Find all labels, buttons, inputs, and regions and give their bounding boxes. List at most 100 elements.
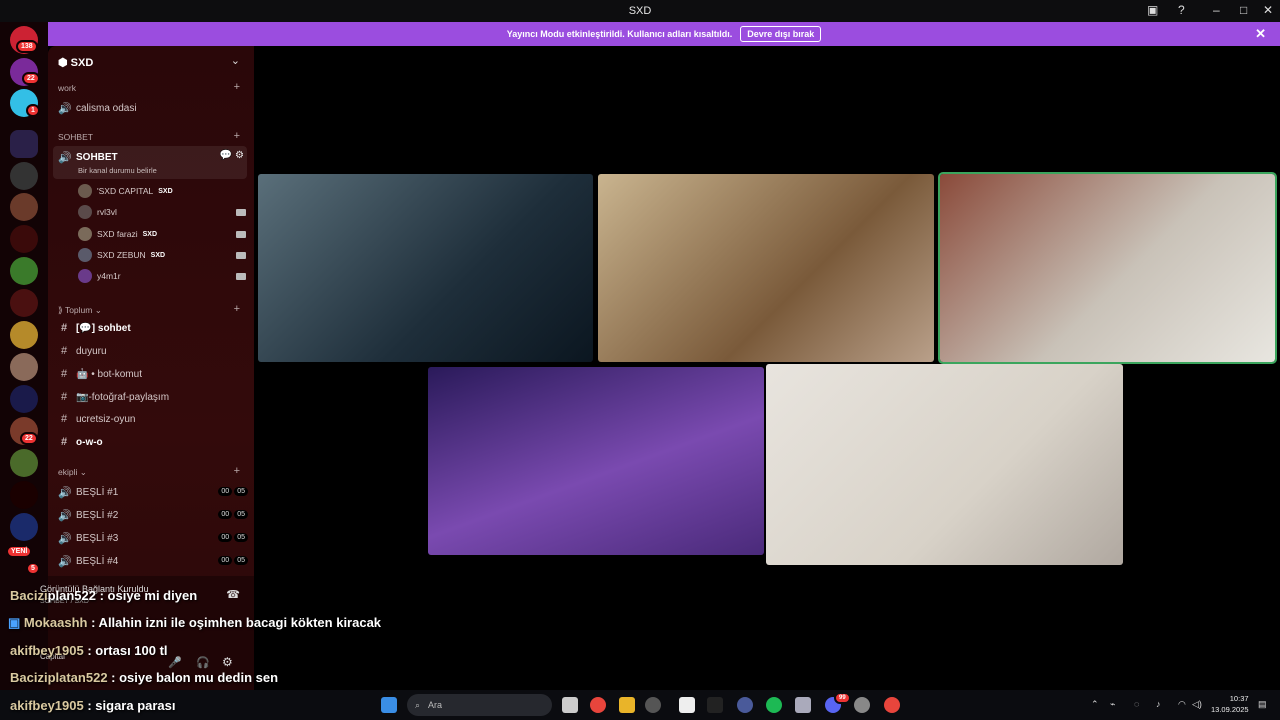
microphone-icon[interactable]: 🎤 (168, 656, 182, 669)
channel-status[interactable]: Bir kanal durumu belirle (78, 166, 157, 175)
server-icon[interactable] (10, 481, 38, 509)
notification-icon[interactable]: ▤ (1258, 699, 1267, 710)
user-limit: 00 05 (218, 510, 248, 519)
voice-channel-besli[interactable]: 🔊 BEŞLİ #3 (58, 532, 118, 545)
minimize-button[interactable]: – (1213, 3, 1220, 17)
chrome-icon[interactable] (590, 697, 606, 713)
text-channel[interactable]: # duyuru (58, 345, 107, 357)
text-channel[interactable]: # 🤖 • bot-komut (58, 368, 142, 380)
video-tile[interactable] (428, 367, 764, 555)
video-tile[interactable] (258, 174, 593, 362)
server-icon[interactable] (10, 385, 38, 413)
video-tile[interactable] (598, 174, 934, 362)
hash-icon: # (60, 391, 68, 403)
chat-overlay-line: akifbey1905 : sigara parası (10, 698, 176, 713)
video-tile[interactable] (766, 364, 1123, 565)
app-icon[interactable] (795, 697, 811, 713)
help-icon[interactable]: ? (1178, 3, 1185, 17)
voice-user[interactable]: rvl3vl (78, 205, 117, 219)
app-icon[interactable] (737, 697, 753, 713)
wifi-icon[interactable]: ◠ (1178, 699, 1186, 710)
app-icon[interactable] (854, 697, 870, 713)
maximize-button[interactable]: □ (1240, 3, 1247, 17)
add-channel-icon[interactable]: + (234, 81, 240, 93)
hash-icon: # (60, 345, 68, 357)
banner-text: Yayıncı Modu etkinleştirildi. Kullanıcı … (506, 29, 733, 39)
category-work[interactable]: work (58, 83, 76, 93)
chat-overlay-line: Baciziplatan522 : osiye balon mu dedin s… (10, 670, 279, 685)
channel-actions[interactable]: 💬 ⚙ (220, 150, 244, 161)
category-toplum[interactable]: ⟫ Toplum ⌄ (58, 305, 102, 316)
title-bar: SXD ▣ ? – □ ✕ (0, 0, 1280, 22)
chevron-down-icon[interactable]: ⌄ (231, 54, 240, 67)
app-icon[interactable] (679, 697, 695, 713)
chat-overlay-line: akifbey1905 : ortası 100 tl (10, 643, 168, 658)
tray-chevron-icon[interactable]: ⌃ (1091, 699, 1099, 710)
server-icon[interactable] (10, 162, 38, 190)
text-channel[interactable]: # o-w-o (58, 436, 103, 448)
disconnect-icon[interactable]: ☎ (226, 588, 240, 601)
close-window-button[interactable]: ✕ (1263, 3, 1273, 17)
camera-icon (236, 252, 246, 259)
start-icon[interactable] (381, 697, 397, 713)
headphones-icon[interactable]: 🎧 (196, 656, 210, 669)
user-limit: 00 05 (218, 533, 248, 542)
folder-icon[interactable] (10, 130, 38, 158)
chat-overlay-line: Baciziplan522 : osiye mi diyen (10, 588, 198, 603)
add-channel-icon[interactable]: + (234, 303, 240, 315)
voice-channel-besli[interactable]: 🔊 BEŞLİ #1 (58, 486, 118, 499)
voice-channel-sohbet[interactable]: 🔊 SOHBET (58, 151, 118, 164)
text-channel[interactable]: # 📷-fotoğraf-paylaşım (58, 391, 169, 403)
disable-streamer-button[interactable]: Devre dışı bırak (740, 26, 822, 42)
voice-channel-besli[interactable]: 🔊 BEŞLİ #2 (58, 509, 118, 522)
app-icon[interactable] (707, 697, 723, 713)
settings-gear-icon[interactable]: ⚙ (222, 655, 233, 669)
folder-icon[interactable] (619, 697, 635, 713)
server-name[interactable]: ⬢ SXD (58, 56, 93, 69)
server-icon[interactable] (10, 513, 38, 541)
text-channel[interactable]: # ucretsiz-oyun (58, 413, 136, 425)
spotify-icon[interactable] (766, 697, 782, 713)
server-icon[interactable] (10, 353, 38, 381)
chrome-icon[interactable] (884, 697, 900, 713)
voice-user[interactable]: y4m1r (78, 269, 121, 283)
add-channel-icon[interactable]: + (234, 130, 240, 142)
app-icon[interactable] (645, 697, 661, 713)
speaker-icon: 🔊 (58, 510, 72, 522)
notif-badge: 99 (834, 692, 851, 704)
video-tile-speaking[interactable] (938, 172, 1277, 364)
server-icon[interactable] (10, 257, 38, 285)
tray-icon[interactable]: ◌ (1134, 699, 1139, 709)
network-icon[interactable]: ⌁ (1110, 699, 1115, 710)
voice-user[interactable]: SXD ZEBUN SXD (78, 248, 165, 262)
search-input[interactable]: ⌕ Ara (407, 694, 552, 716)
avatar (78, 184, 92, 198)
streamer-mode-banner: Yayıncı Modu etkinleştirildi. Kullanıcı … (48, 22, 1280, 46)
text-channel[interactable]: # [💬] sohbet (58, 322, 131, 334)
voice-channel-besli[interactable]: 🔊 BEŞLİ #4 (58, 555, 118, 568)
notif-badge: 22 (20, 432, 38, 445)
volume-icon[interactable]: ◁) (1192, 699, 1202, 710)
microphone-icon[interactable]: ♪ (1156, 699, 1161, 709)
server-icon[interactable] (10, 289, 38, 317)
system-clock[interactable]: 10:37 13.09.2025 (1211, 693, 1249, 715)
speaker-icon: 🔊 (58, 103, 72, 115)
avatar (78, 227, 92, 241)
speaker-icon: 🔊 (58, 533, 72, 545)
camera-icon (236, 273, 246, 280)
voice-user[interactable]: 'SXD CAPITAL SXD (78, 184, 173, 198)
server-icon[interactable] (10, 225, 38, 253)
server-icon[interactable] (10, 449, 38, 477)
category-sohbet[interactable]: SOHBET (58, 132, 93, 142)
voice-user[interactable]: SXD farazi SXD (78, 227, 157, 241)
server-icon[interactable] (10, 321, 38, 349)
voice-channel-calisma[interactable]: 🔊 calisma odasi (58, 102, 137, 115)
add-channel-icon[interactable]: + (234, 465, 240, 477)
server-icon[interactable] (10, 193, 38, 221)
notif-badge: 138 (16, 40, 38, 53)
camera-icon (236, 231, 246, 238)
category-ekipli[interactable]: ekipli ⌄ (58, 467, 87, 478)
inbox-icon[interactable]: ▣ (1147, 3, 1158, 17)
close-banner-icon[interactable]: ✕ (1255, 26, 1266, 42)
taskview-icon[interactable] (562, 697, 578, 713)
